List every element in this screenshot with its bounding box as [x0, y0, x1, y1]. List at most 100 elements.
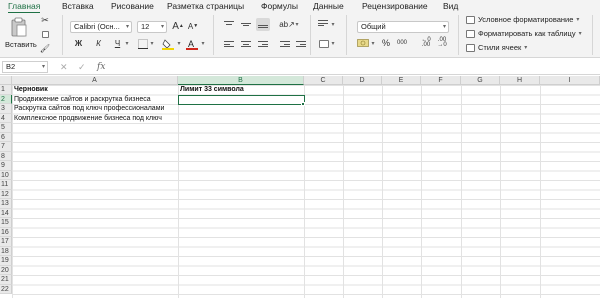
align-left-icon[interactable]: [224, 40, 234, 49]
row-header[interactable]: 15: [0, 218, 12, 228]
shrink-font-button[interactable]: A ▼: [187, 20, 199, 32]
chevron-down-icon[interactable]: ▾: [330, 38, 336, 49]
row-header[interactable]: 21: [0, 275, 12, 285]
row-header[interactable]: 6: [0, 132, 12, 142]
row-header[interactable]: 16: [0, 227, 12, 237]
row-header[interactable]: 8: [0, 151, 12, 161]
enter-icon[interactable]: ✓: [78, 61, 86, 73]
bold-button[interactable]: Ж: [73, 38, 84, 49]
tab-view[interactable]: Вид: [443, 0, 458, 13]
fill-handle[interactable]: [301, 102, 305, 106]
font-name-select[interactable]: Calibri (Осн... ▾: [70, 21, 132, 33]
column-header-d[interactable]: D: [343, 76, 382, 85]
column-divider: [304, 85, 305, 298]
merge-cells-button[interactable]: [318, 38, 330, 49]
format-painter-icon[interactable]: 🖌: [40, 43, 50, 53]
row-header[interactable]: 7: [0, 142, 12, 152]
chevron-down-icon[interactable]: ▾: [200, 38, 206, 49]
row-header[interactable]: 18: [0, 246, 12, 256]
decrease-indent-icon[interactable]: [280, 40, 290, 49]
chevron-down-icon[interactable]: ▾: [176, 38, 182, 49]
tab-page-layout[interactable]: Разметка страницы: [167, 0, 244, 13]
row-header[interactable]: 9: [0, 161, 12, 171]
column-header-a[interactable]: A: [12, 76, 178, 85]
fill-color-button[interactable]: [161, 37, 175, 50]
chevron-down-icon[interactable]: ▾: [330, 19, 336, 30]
row-header[interactable]: 11: [0, 180, 12, 190]
percent-button[interactable]: %: [381, 37, 391, 49]
increase-decimal-icon[interactable]: ←0.00: [420, 37, 432, 49]
number-format-value: Общий: [361, 22, 386, 31]
format-as-table-button[interactable]: Форматировать как таблицу ▾: [466, 29, 582, 38]
row-header[interactable]: 3: [0, 104, 12, 114]
thousands-separator-button[interactable]: 000: [395, 37, 409, 49]
cell-styles-button[interactable]: Стили ячеек ▾: [466, 43, 527, 52]
row-header[interactable]: 22: [0, 284, 12, 294]
align-bottom-icon[interactable]: [256, 18, 270, 31]
column-header-i[interactable]: I: [540, 76, 600, 85]
chevron-down-icon[interactable]: ▾: [149, 38, 155, 49]
cut-icon[interactable]: ✂: [40, 15, 50, 25]
clipboard-icon: [11, 17, 27, 37]
align-right-icon[interactable]: [258, 40, 268, 49]
font-size-value: 12: [141, 22, 150, 31]
select-all-corner[interactable]: [0, 76, 12, 85]
column-header-e[interactable]: E: [382, 76, 421, 85]
grow-font-button[interactable]: A ▲: [172, 20, 184, 32]
column-header-c[interactable]: C: [304, 76, 343, 85]
text-orientation-icon[interactable]: ab↗: [279, 19, 295, 30]
wrap-text-icon[interactable]: [318, 19, 328, 28]
decrease-decimal-icon[interactable]: .00 →0: [436, 37, 448, 49]
row-header[interactable]: 17: [0, 237, 12, 247]
align-middle-icon[interactable]: [241, 20, 251, 29]
name-box[interactable]: B2 ▾: [2, 61, 48, 73]
tab-data[interactable]: Данные: [313, 0, 344, 13]
copy-icon[interactable]: [40, 29, 50, 39]
cell-a4[interactable]: Комплексное продвижение бизнеса под ключ: [12, 114, 162, 124]
borders-button[interactable]: [137, 38, 149, 49]
row-header[interactable]: 14: [0, 208, 12, 218]
row-header[interactable]: 12: [0, 189, 12, 199]
italic-button[interactable]: К: [93, 38, 104, 49]
increase-indent-icon[interactable]: [296, 40, 306, 49]
tab-review[interactable]: Рецензирование: [362, 0, 428, 13]
cell-a2[interactable]: Продвижение сайтов и раскрутка бизнеса: [12, 95, 151, 105]
cell-a1[interactable]: Черновик: [12, 85, 48, 95]
chevron-down-icon: ▾: [524, 45, 528, 51]
tab-home[interactable]: Главная: [8, 0, 41, 13]
insert-function-icon[interactable]: fx: [97, 61, 105, 73]
align-center-icon[interactable]: [241, 40, 251, 49]
column-header-g[interactable]: G: [461, 76, 500, 85]
cell-b1[interactable]: Лимит 33 символа: [178, 85, 244, 95]
chevron-down-icon: ▾: [576, 17, 580, 23]
align-top-icon[interactable]: [224, 20, 234, 29]
selected-cell-b2[interactable]: [178, 94, 305, 105]
row-header[interactable]: 5: [0, 123, 12, 133]
row-header[interactable]: 1: [0, 85, 12, 95]
currency-format-button[interactable]: [356, 37, 370, 49]
tab-draw[interactable]: Рисование: [111, 0, 154, 13]
row-header[interactable]: 10: [0, 170, 12, 180]
row-header[interactable]: 4: [0, 113, 12, 123]
paste-button[interactable]: [8, 16, 30, 38]
tab-insert[interactable]: Вставка: [62, 0, 94, 13]
row-header[interactable]: 20: [0, 265, 12, 275]
font-size-select[interactable]: 12 ▾: [137, 21, 167, 33]
row-header[interactable]: 19: [0, 256, 12, 266]
column-header-b[interactable]: B: [178, 76, 304, 85]
number-format-select[interactable]: Общий ▾: [357, 21, 449, 33]
conditional-formatting-button[interactable]: Условное форматирование ▾: [466, 15, 579, 24]
row-header[interactable]: 13: [0, 199, 12, 209]
column-header-f[interactable]: F: [421, 76, 461, 85]
row-header[interactable]: 2: [0, 94, 12, 104]
column-header-h[interactable]: H: [500, 76, 540, 85]
formula-input[interactable]: [112, 61, 592, 73]
tab-formulas[interactable]: Формулы: [261, 0, 298, 13]
chevron-down-icon[interactable]: ▾: [370, 38, 376, 49]
chevron-down-icon[interactable]: ▾: [124, 38, 130, 49]
cancel-icon[interactable]: ✕: [60, 61, 68, 73]
underline-button[interactable]: Ч: [112, 38, 123, 49]
chevron-down-icon[interactable]: ▾: [294, 19, 300, 30]
font-color-button[interactable]: A: [185, 37, 199, 50]
cell-a3[interactable]: Раскрутка сайтов под ключ профессионалам…: [12, 104, 164, 114]
